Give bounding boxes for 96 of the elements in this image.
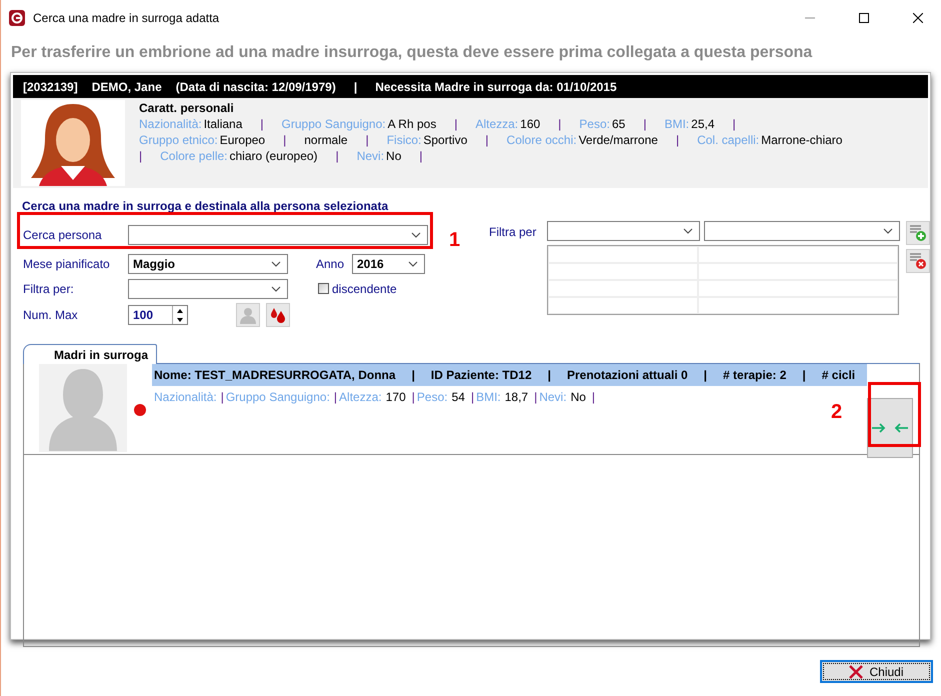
separator: | xyxy=(366,133,369,147)
year-dropdown[interactable]: 2016 xyxy=(352,254,425,274)
filter-dropdown[interactable] xyxy=(128,278,288,298)
field-value: 18,7 xyxy=(504,390,528,404)
instruction-text: Per trasferire un embrione ad una madre insurroga, questa deve essere prima collegata a questa persona xyxy=(10,43,814,63)
descending-checkbox[interactable] xyxy=(318,283,329,294)
separator: | xyxy=(260,117,264,131)
blood-drops-button[interactable] xyxy=(266,303,290,327)
list-remove-icon xyxy=(909,252,927,270)
field-label: Colore pelle: xyxy=(160,149,228,163)
separator: | xyxy=(485,133,489,147)
field-value: 54 xyxy=(452,390,465,404)
annotation-number: 2 xyxy=(831,401,842,424)
blood-drops-icon xyxy=(269,306,287,324)
separator: | xyxy=(470,390,474,404)
field-value: normale xyxy=(304,133,348,147)
field-label: Filtra per: xyxy=(23,282,75,296)
chevron-down-icon xyxy=(408,260,418,266)
separator: | xyxy=(283,133,286,147)
field-value: Europeo xyxy=(220,133,266,147)
converging-arrows-icon xyxy=(872,423,908,433)
section-title: Caratt. personali xyxy=(139,100,235,116)
field-label: Colore occhi: xyxy=(506,133,577,147)
separator: | xyxy=(592,390,596,404)
month-dropdown[interactable]: Maggio xyxy=(128,254,288,274)
chevron-down-icon xyxy=(411,232,421,238)
field-label: Altezza: xyxy=(339,390,382,404)
field-value: Verde/marrone xyxy=(578,133,658,147)
separator: | xyxy=(454,117,458,131)
field-label: Fisico: xyxy=(386,133,422,147)
field-value: Sportivo xyxy=(423,133,468,147)
chevron-down-icon xyxy=(271,286,281,292)
section-title: Cerca una madre in surroga e destinala alla persona selezionata xyxy=(22,199,390,213)
field-value: No xyxy=(386,149,402,163)
field-label: Altezza: xyxy=(475,117,518,131)
link-button[interactable] xyxy=(867,398,913,458)
field-label: Nevi: xyxy=(356,149,384,163)
field-value: A Rh pos xyxy=(388,117,436,131)
field-value: 170 xyxy=(386,390,406,404)
patient-header-bar: [2032139] DEMO, Jane (Data di nascita: 12/09/1979) | Necessita Madre in surroga da: 01/10/2015 xyxy=(13,75,928,98)
field-label: Nazionalità: xyxy=(154,390,217,404)
separator: | xyxy=(334,390,338,404)
maximize-icon xyxy=(859,13,869,23)
separator: | xyxy=(558,117,562,131)
separator: | xyxy=(336,149,339,163)
field-value: chiaro (europeo) xyxy=(230,149,318,163)
field-label: BMI: xyxy=(476,390,501,404)
field-label: Cerca persona xyxy=(23,228,103,242)
app-logo-icon xyxy=(9,10,25,26)
field-label: Mese pianificato xyxy=(23,256,111,270)
field-label: Gruppo Sanguigno: xyxy=(282,117,386,131)
add-filter-button[interactable] xyxy=(906,221,930,245)
tab[interactable]: Madri in surroga xyxy=(23,344,158,364)
window-title: Cerca una madre in surroga adatta xyxy=(33,11,220,25)
field-label: Nazionalità: xyxy=(139,117,202,131)
field-label: Gruppo etnico: xyxy=(139,133,218,147)
separator: | xyxy=(643,117,646,131)
field-value: Marrone-chiaro xyxy=(761,133,842,147)
close-icon xyxy=(913,13,923,23)
separator: | xyxy=(732,117,736,131)
field-label: Peso: xyxy=(579,117,610,131)
person-icon xyxy=(239,306,257,324)
checkbox-label: discendente xyxy=(332,282,397,296)
field-label: Num. Max xyxy=(23,308,79,322)
annotation-number: 1 xyxy=(449,229,460,252)
filter-value-dropdown[interactable] xyxy=(704,221,900,241)
remove-filter-button[interactable] xyxy=(906,249,930,273)
field-label: Peso: xyxy=(416,390,448,404)
person-search-dropdown[interactable] xyxy=(128,225,428,245)
separator: | xyxy=(419,149,422,163)
separator: | xyxy=(220,390,224,404)
field-value: 160 xyxy=(520,117,540,131)
separator: | xyxy=(139,149,142,163)
list-add-icon xyxy=(909,224,927,242)
field-label: Nevi: xyxy=(539,390,567,404)
result-header-bar: Nome: TEST_MADRESURROGATA, Donna | ID Paziente: TD12 | Prenotazioni attuali 0 | # terapie: 2 | # cicli xyxy=(152,364,867,386)
close-button[interactable]: Chiudi xyxy=(820,660,933,683)
separator: | xyxy=(534,390,538,404)
chevron-down-icon xyxy=(883,228,893,234)
field-value: No xyxy=(570,390,586,404)
max-number-spinner[interactable]: 100 xyxy=(128,305,188,325)
separator: | xyxy=(676,133,680,147)
field-label: Filtra per xyxy=(489,224,538,239)
field-value: 25,4 xyxy=(691,117,714,131)
close-icon xyxy=(849,664,864,678)
field-label: Gruppo Sanguigno: xyxy=(226,390,330,404)
chevron-down-icon xyxy=(683,228,693,234)
field-value: Italiana xyxy=(204,117,242,131)
field-value: 65 xyxy=(612,117,626,131)
filter-field-dropdown[interactable] xyxy=(547,221,700,241)
highlight-frame xyxy=(868,382,921,447)
field-label: Col. capelli: xyxy=(697,133,760,147)
separator: | xyxy=(412,390,415,404)
chevron-down-icon xyxy=(271,260,281,266)
field-label: BMI: xyxy=(664,117,690,131)
field-label: Anno xyxy=(316,256,346,270)
